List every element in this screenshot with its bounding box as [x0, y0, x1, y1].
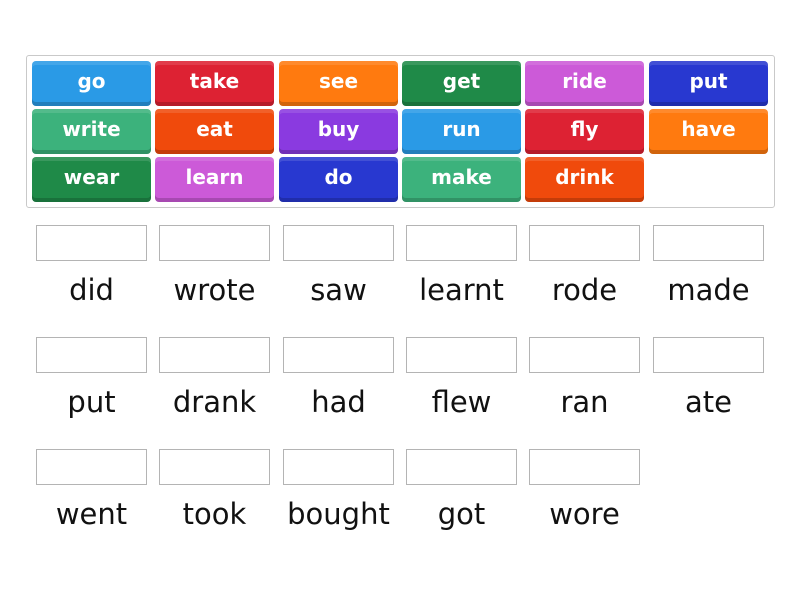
- target-label-wrote: wrote: [173, 273, 256, 307]
- word-tile-drink[interactable]: drink: [525, 157, 644, 202]
- drop-box-saw[interactable]: [283, 225, 394, 261]
- target-label-had: had: [311, 385, 366, 419]
- word-tile-take[interactable]: take: [155, 61, 274, 106]
- drop-box-drank[interactable]: [159, 337, 270, 373]
- drop-box-wrote[interactable]: [159, 225, 270, 261]
- word-tile-go[interactable]: go: [32, 61, 151, 106]
- word-tile-panel: go take see get ride put write eat buy run fly have…: [26, 55, 775, 208]
- target-label-put: put: [67, 385, 116, 419]
- word-tile-see[interactable]: see: [279, 61, 398, 106]
- target-label-did: did: [69, 273, 114, 307]
- drop-box-rode[interactable]: [529, 225, 640, 261]
- word-tile-eat[interactable]: eat: [155, 109, 274, 154]
- target-label-took: took: [182, 497, 247, 531]
- word-tile-write[interactable]: write: [32, 109, 151, 154]
- drop-box-bought[interactable]: [283, 449, 394, 485]
- word-tile-have[interactable]: have: [649, 109, 768, 154]
- target-label-wore: wore: [549, 497, 620, 531]
- word-tile-learn[interactable]: learn: [155, 157, 274, 202]
- drop-box-went[interactable]: [36, 449, 147, 485]
- word-tile-run[interactable]: run: [402, 109, 521, 154]
- drop-box-had[interactable]: [283, 337, 394, 373]
- drop-box-put[interactable]: [36, 337, 147, 373]
- word-tile-put[interactable]: put: [649, 61, 768, 106]
- target-label-learnt: learnt: [419, 273, 504, 307]
- drop-box-learnt[interactable]: [406, 225, 517, 261]
- target-label-went: went: [55, 497, 128, 531]
- word-tile-do[interactable]: do: [279, 157, 398, 202]
- drop-box-flew[interactable]: [406, 337, 517, 373]
- target-label-ran: ran: [560, 385, 609, 419]
- word-tile-buy[interactable]: buy: [279, 109, 398, 154]
- word-tile-wear[interactable]: wear: [32, 157, 151, 202]
- drop-box-got[interactable]: [406, 449, 517, 485]
- target-label-made: made: [667, 273, 750, 307]
- word-tile-get[interactable]: get: [402, 61, 521, 106]
- drop-box-wore[interactable]: [529, 449, 640, 485]
- drop-box-took[interactable]: [159, 449, 270, 485]
- drop-box-ran[interactable]: [529, 337, 640, 373]
- target-label-saw: saw: [310, 273, 367, 307]
- drop-box-did[interactable]: [36, 225, 147, 261]
- target-label-bought: bought: [287, 497, 390, 531]
- word-tile-fly[interactable]: fly: [525, 109, 644, 154]
- word-tile-ride[interactable]: ride: [525, 61, 644, 106]
- drop-box-made[interactable]: [653, 225, 764, 261]
- target-label-flew: flew: [431, 385, 492, 419]
- target-label-rode: rode: [551, 273, 618, 307]
- target-label-drank: drank: [172, 385, 257, 419]
- target-label-got: got: [437, 497, 486, 531]
- drop-box-ate[interactable]: [653, 337, 764, 373]
- word-tile-make[interactable]: make: [402, 157, 521, 202]
- target-label-ate: ate: [685, 385, 732, 419]
